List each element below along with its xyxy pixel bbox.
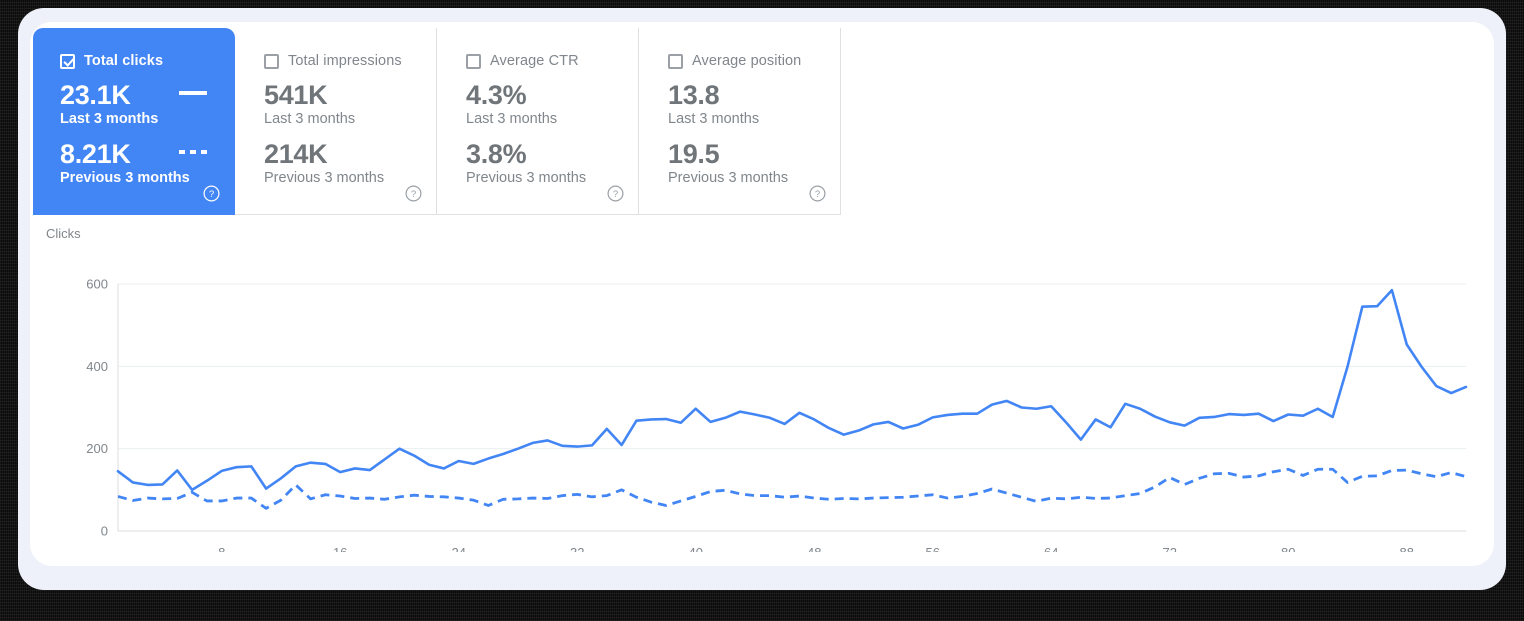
chart-x-tick-labels: 8 16 24 32 40 48 56 64 72 80 88 [218, 545, 1414, 552]
metric-card-header: Total clicks [60, 52, 216, 70]
metric-card-total-clicks[interactable]: Total clicks 23.1K Last 3 months 8.21K P… [33, 28, 235, 215]
x-tick-label: 80 [1281, 545, 1295, 552]
help-circle-icon[interactable]: ? [809, 185, 826, 202]
series-previous-3-months [118, 469, 1466, 508]
metric-current: 23.1K Last 3 months [60, 80, 216, 129]
metric-current-value: 541K [264, 80, 418, 110]
metric-previous-value: 8.21K [60, 139, 216, 169]
metric-current-value: 4.3% [466, 80, 620, 110]
metric-previous-period: Previous 3 months [466, 169, 620, 188]
legend-solid-line-icon [179, 91, 207, 95]
metric-current: 4.3% Last 3 months [466, 80, 620, 129]
y-tick-label: 0 [101, 524, 108, 539]
x-tick-label: 8 [218, 545, 225, 552]
metric-previous: 214K Previous 3 months [264, 139, 418, 188]
metric-card-header: Total impressions [264, 52, 418, 70]
chart-svg[interactable]: 0 200 400 600 8 16 24 32 40 48 56 64 72 80 88 [30, 222, 1494, 552]
checkbox-total-impressions[interactable] [264, 54, 279, 69]
metric-card-average-ctr[interactable]: Average CTR 4.3% Last 3 months 3.8% Prev… [437, 28, 639, 215]
chart-gridlines [118, 284, 1466, 531]
chart-y-tick-labels: 0 200 400 600 [86, 277, 108, 539]
metric-current: 13.8 Last 3 months [668, 80, 822, 129]
metric-card-label: Total clicks [84, 53, 163, 69]
metric-card-label: Total impressions [288, 53, 402, 69]
metric-current-value: 23.1K [60, 80, 216, 110]
y-tick-label: 400 [86, 359, 108, 374]
metric-card-header: Average CTR [466, 52, 620, 70]
metric-card-header: Average position [668, 52, 822, 70]
metric-card-label: Average position [692, 53, 801, 69]
metric-current-value: 13.8 [668, 80, 822, 110]
x-tick-label: 16 [333, 545, 347, 552]
svg-text:?: ? [815, 189, 820, 200]
metric-previous-value: 214K [264, 139, 418, 169]
metric-previous-period: Previous 3 months [264, 169, 418, 188]
checkbox-average-ctr[interactable] [466, 54, 481, 69]
x-tick-label: 40 [688, 545, 702, 552]
metric-current-period: Last 3 months [466, 110, 620, 129]
y-tick-label: 200 [86, 441, 108, 456]
x-tick-label: 72 [1163, 545, 1177, 552]
help-circle-icon[interactable]: ? [607, 185, 624, 202]
svg-text:?: ? [613, 189, 618, 200]
metric-current: 541K Last 3 months [264, 80, 418, 129]
x-tick-label: 88 [1400, 545, 1414, 552]
series-last-3-months [118, 290, 1466, 490]
x-tick-label: 24 [451, 545, 465, 552]
y-tick-label: 600 [86, 277, 108, 292]
svg-text:?: ? [209, 189, 214, 200]
metric-card-label: Average CTR [490, 53, 579, 69]
metric-previous-value: 3.8% [466, 139, 620, 169]
x-tick-label: 56 [925, 545, 939, 552]
x-tick-label: 48 [807, 545, 821, 552]
metric-previous-period: Previous 3 months [60, 169, 216, 188]
metric-card-total-impressions[interactable]: Total impressions 541K Last 3 months 214… [235, 28, 437, 215]
x-tick-label: 32 [570, 545, 584, 552]
metric-card-average-position[interactable]: Average position 13.8 Last 3 months 19.5… [639, 28, 841, 215]
metric-previous: 8.21K Previous 3 months [60, 139, 216, 188]
performance-card: Total clicks 23.1K Last 3 months 8.21K P… [30, 22, 1494, 566]
metric-current-period: Last 3 months [60, 110, 216, 129]
metric-previous-period: Previous 3 months [668, 169, 822, 188]
checkbox-average-position[interactable] [668, 54, 683, 69]
help-circle-icon[interactable]: ? [405, 185, 422, 202]
metric-current-period: Last 3 months [668, 110, 822, 129]
svg-text:?: ? [411, 189, 416, 200]
help-circle-icon[interactable]: ? [203, 185, 220, 202]
metric-previous-value: 19.5 [668, 139, 822, 169]
checkbox-total-clicks[interactable] [60, 54, 75, 69]
metric-previous: 3.8% Previous 3 months [466, 139, 620, 188]
metric-previous: 19.5 Previous 3 months [668, 139, 822, 188]
legend-dashed-line-icon [179, 150, 207, 154]
metric-current-period: Last 3 months [264, 110, 418, 129]
x-tick-label: 64 [1044, 545, 1058, 552]
metric-cards-row: Total clicks 23.1K Last 3 months 8.21K P… [33, 28, 843, 215]
clicks-chart: Clicks 0200400600 816243240485664728088 [30, 222, 1494, 552]
